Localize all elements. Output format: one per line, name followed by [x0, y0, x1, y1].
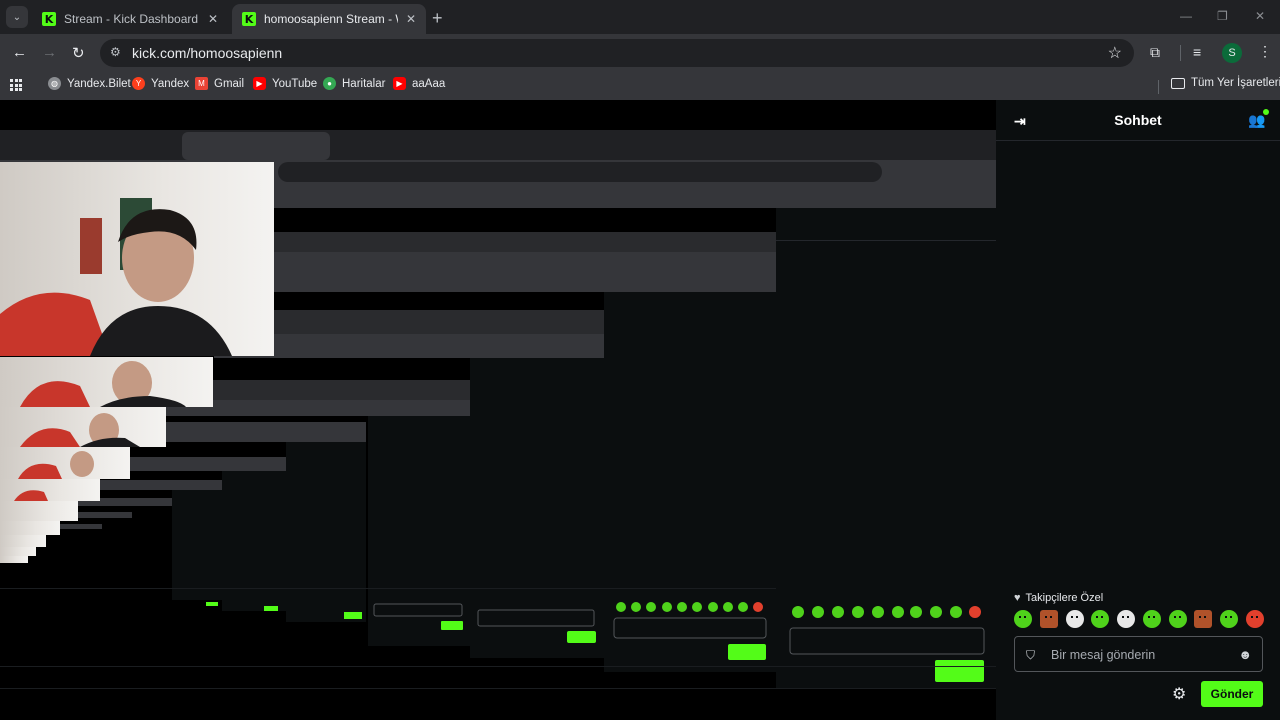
site-info-icon[interactable]: ⚙ [110, 45, 121, 59]
emote[interactable] [1091, 610, 1110, 628]
bookmark-gmail[interactable]: M Gmail [195, 77, 244, 90]
tab-title: Stream - Kick Dashboard [64, 12, 199, 26]
kick-favicon-icon: K [42, 12, 56, 26]
emote-bar [1014, 610, 1264, 630]
new-tab-button[interactable]: + [432, 8, 443, 29]
chat-panel: ⇥ Sohbet 👥 ♥ Takipçilere Özel ⛉ ☻ ⚙ Gönd… [996, 100, 1280, 720]
apps-grid-icon[interactable] [10, 79, 22, 91]
bookmark-label: Yandex [151, 77, 190, 90]
url-text[interactable]: kick.com/homoosapienn [132, 45, 282, 61]
emote[interactable] [1220, 610, 1239, 628]
youtube-icon: ▶ [253, 77, 266, 90]
emote[interactable] [1194, 610, 1213, 628]
emote[interactable] [1039, 610, 1058, 628]
webcam-frame-tiny [0, 479, 100, 563]
tab-search-button[interactable]: ⌄ [6, 6, 28, 28]
tab-homoosapienn-stream[interactable]: K homoosapienn Stream - Watch ✕ [232, 4, 426, 34]
kick-page: ⇥ Sohbet 👥 ♥ Takipçilere Özel ⛉ ☻ ⚙ Gönd… [0, 100, 1280, 720]
close-tab-icon[interactable]: ✕ [406, 12, 416, 26]
extensions-icon[interactable]: ⧉ [1150, 44, 1160, 61]
heart-icon: ♥ [1014, 592, 1021, 604]
bookmark-aaaaa[interactable]: ▶ aaAaa [393, 77, 445, 90]
browser-toolbar: ← → ↻ ⚙ kick.com/homoosapienn ☆ ⧉ ≡ S ⋮ [0, 34, 1280, 72]
restore-button[interactable]: ❐ [1217, 9, 1228, 23]
profile-avatar[interactable]: S [1222, 43, 1242, 63]
minimize-button[interactable]: — [1180, 9, 1192, 23]
bookmark-yandex[interactable]: Y Yandex [132, 77, 189, 90]
bookmark-star-icon[interactable]: ☆ [1108, 43, 1122, 63]
bookmark-haritalar[interactable]: ● Haritalar [323, 77, 385, 90]
emote[interactable] [1014, 610, 1032, 628]
maps-icon: ● [323, 77, 336, 90]
recursive-stream-preview [0, 130, 996, 689]
forward-button[interactable]: → [42, 44, 57, 61]
bookmark-yandex-bilet[interactable]: ◍ Yandex.Bilet [48, 77, 131, 90]
chat-title: Sohbet [1114, 112, 1162, 128]
emoji-icon[interactable]: ☻ [1238, 647, 1252, 662]
webcam-frame-small [0, 407, 166, 447]
bookmarks-divider [1158, 80, 1159, 94]
send-button[interactable]: Gönder [1201, 681, 1263, 707]
webcam-frame-large [0, 162, 274, 356]
back-button[interactable]: ← [12, 44, 27, 61]
bookmark-label: aaAaa [412, 77, 446, 90]
emote[interactable] [1117, 610, 1136, 628]
bookmark-youtube[interactable]: ▶ YouTube [253, 77, 317, 90]
kick-favicon-icon: K [242, 12, 256, 26]
close-tab-icon[interactable]: ✕ [208, 12, 218, 26]
address-bar[interactable]: ⚙ kick.com/homoosapienn ☆ [100, 39, 1134, 67]
globe-icon: ◍ [48, 77, 61, 90]
yandex-icon: Y [132, 77, 145, 90]
bookmark-label: Haritalar [342, 77, 386, 90]
tab-kick-dashboard[interactable]: K Stream - Kick Dashboard ✕ [32, 4, 228, 34]
emote[interactable] [1142, 610, 1161, 628]
subscriber-label-text: Takipçilere Özel [1025, 592, 1104, 604]
webcam-frame-smaller [0, 447, 130, 479]
stream-video-player[interactable] [0, 100, 996, 720]
folder-icon [1171, 77, 1185, 89]
bookmark-label: Yandex.Bilet [67, 77, 131, 90]
bookmark-label: Tüm Yer İşaretleri [1191, 77, 1280, 89]
media-controls-icon[interactable]: ≡ [1193, 44, 1201, 60]
tab-title: homoosapienn Stream - Watch [264, 12, 398, 26]
chat-input-box[interactable]: ⛉ ☻ [1014, 636, 1263, 672]
subscriber-emotes-label: ♥ Takipçilere Özel [1014, 592, 1103, 604]
chrome-menu-icon[interactable]: ⋮ [1258, 43, 1272, 60]
shield-icon[interactable]: ⛉ [1026, 648, 1035, 663]
bookmark-label: Gmail [214, 77, 245, 90]
chat-settings-icon[interactable]: ⚙ [1172, 684, 1186, 704]
chat-users-icon[interactable]: 👥 [1248, 109, 1270, 129]
gmail-icon: M [195, 77, 208, 90]
chat-header: ⇥ Sohbet 👥 [996, 100, 1280, 141]
tab-strip: ⌄ K Stream - Kick Dashboard ✕ K homoosap… [0, 0, 1280, 34]
emote[interactable] [1245, 610, 1264, 628]
reload-button[interactable]: ↻ [72, 44, 85, 62]
emote[interactable] [1065, 610, 1084, 628]
close-window-button[interactable]: ✕ [1255, 9, 1265, 23]
webcam-frame-medium [0, 357, 213, 407]
all-bookmarks-button[interactable]: Tüm Yer İşaretleri [1171, 77, 1280, 89]
bookmark-label: YouTube [272, 77, 318, 90]
chat-message-input[interactable] [1051, 645, 1231, 665]
bookmarks-bar: ◍ Yandex.Bilet Y Yandex M Gmail ▶ YouTub… [0, 72, 1280, 100]
youtube-icon: ▶ [393, 77, 406, 90]
toolbar-divider [1180, 45, 1181, 61]
emote[interactable] [1168, 610, 1187, 628]
